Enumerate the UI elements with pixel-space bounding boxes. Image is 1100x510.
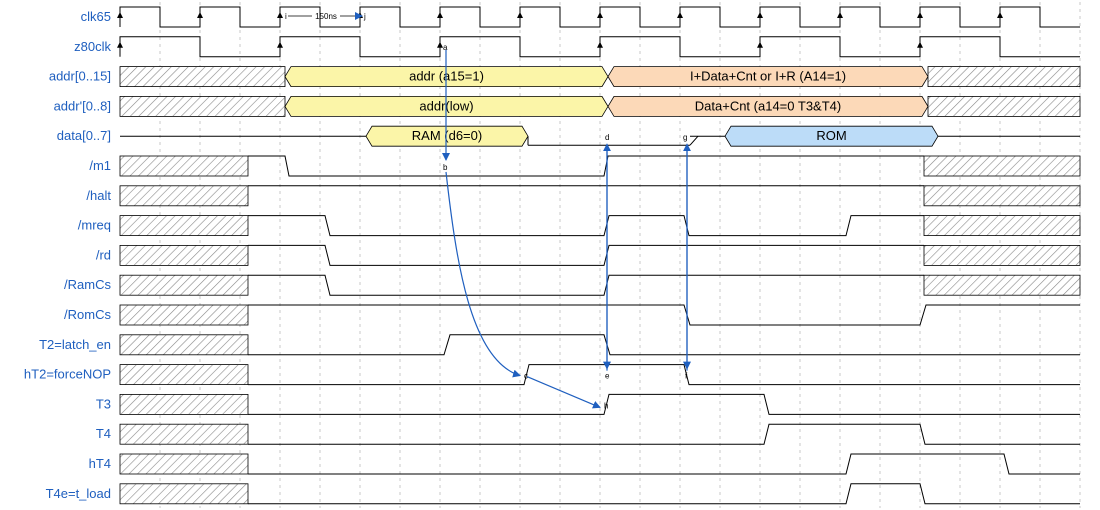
marker-label: b [443, 163, 448, 172]
signal-label: /RamCs [64, 277, 111, 292]
undefined-region [119, 185, 249, 207]
signal-label: T4e=t_load [46, 486, 111, 501]
waveform [248, 274, 924, 296]
undefined-region [923, 274, 1081, 296]
rising-edge-arrow [117, 41, 123, 48]
undefined-region [119, 364, 249, 386]
waveform [248, 244, 924, 266]
bus-edge [689, 135, 699, 146]
undefined-region [927, 96, 1081, 117]
signal-label: /mreq [78, 218, 111, 233]
rising-edge-arrow [917, 41, 923, 48]
undefined-region [119, 393, 249, 415]
signal-label: hT4 [89, 456, 111, 471]
undefined-region [927, 66, 1081, 87]
timing-diagram: clk65 z80clk addr[0..15] addr'[0..8] data[0.… [24, 2, 1081, 508]
signal-label: addr[0..15] [49, 69, 111, 84]
rising-edge-arrow [197, 12, 203, 18]
marker-label: g [683, 133, 687, 142]
rising-edge-arrow [277, 41, 283, 48]
waveform [248, 334, 1080, 356]
rising-edge-arrow [117, 12, 123, 18]
rising-edge-arrow [997, 12, 1003, 18]
rising-edge-arrow [277, 12, 283, 18]
signal-label: hT2=forceNOP [24, 367, 111, 382]
waveform [248, 483, 1080, 505]
marker-label: h [604, 401, 608, 410]
undefined-region [923, 185, 1081, 207]
undefined-region [923, 155, 1081, 177]
rising-edge-arrow [357, 12, 363, 18]
rising-edge-arrow [757, 12, 763, 18]
signal-label: /halt [86, 188, 111, 203]
dependency-arrow [526, 376, 601, 409]
signal-rows [117, 6, 1081, 505]
waveform [248, 423, 1080, 445]
undefined-region [119, 244, 249, 266]
waveform [248, 453, 1080, 475]
bus-segment-label: ROM [816, 128, 846, 143]
waveform [248, 215, 924, 237]
dependency-arrow [445, 171, 521, 378]
rising-edge-arrow [677, 12, 683, 18]
rising-edge-arrow [837, 12, 843, 18]
undefined-region [923, 244, 1081, 266]
rising-edge-arrow [597, 12, 603, 18]
signal-label: clk65 [81, 9, 111, 24]
rising-edge-arrow [597, 41, 603, 48]
undefined-region [923, 215, 1081, 237]
signal-label: /m1 [89, 158, 111, 173]
undefined-region [119, 483, 249, 505]
signal-label: data[0..7] [57, 128, 111, 143]
marker-label: i [285, 12, 287, 21]
bus-segment-label: I+Data+Cnt or I+R (A14=1) [690, 69, 846, 84]
marker-label: d [605, 133, 609, 142]
marker-label: e [605, 372, 610, 381]
waveform [248, 155, 924, 177]
waveform [248, 393, 1080, 415]
undefined-region [119, 215, 249, 237]
signal-label: z80clk [74, 39, 111, 54]
rising-edge-arrow [757, 41, 763, 48]
signal-label: T2=latch_en [39, 337, 111, 352]
signal-labels: clk65 z80clk addr[0..15] addr'[0..8] data[0.… [24, 9, 112, 501]
undefined-region [119, 274, 249, 296]
undefined-region [119, 96, 286, 117]
rising-edge-arrow [917, 12, 923, 18]
rising-edge-arrow [437, 12, 443, 18]
waveform [248, 364, 1080, 386]
undefined-region [119, 304, 249, 326]
undefined-region [119, 423, 249, 445]
rising-edge-arrow [517, 12, 523, 18]
waveform [248, 304, 1080, 326]
signal-label: /rd [96, 247, 111, 262]
marker-label: c [524, 372, 528, 381]
bus-segment-label: Data+Cnt (a14=0 T3&T4) [695, 98, 841, 113]
undefined-region [119, 334, 249, 356]
signal-label: T3 [96, 396, 111, 411]
period-label: 150ns [315, 12, 337, 21]
marker-label: j [363, 12, 366, 21]
bus-segment-label: RAM (d6=0) [412, 128, 482, 143]
undefined-region [119, 453, 249, 475]
signal-label: addr'[0..8] [54, 98, 111, 113]
undefined-region [119, 66, 286, 87]
undefined-region [119, 155, 249, 177]
signal-label: T4 [96, 426, 111, 441]
signal-label: /RomCs [64, 307, 111, 322]
